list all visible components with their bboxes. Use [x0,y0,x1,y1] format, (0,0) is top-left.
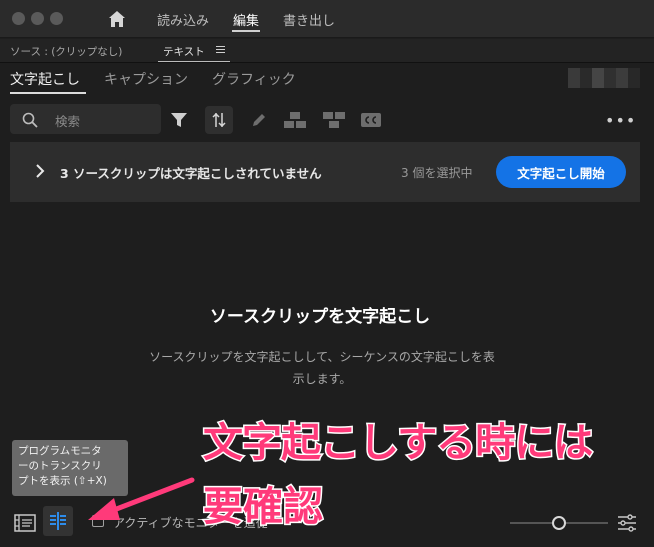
tab-graphics[interactable]: グラフィック [212,69,296,89]
empty-state-title: ソースクリップを文字起こし [209,307,431,327]
panel-tab-indicator [158,61,230,62]
tab-active-indicator [10,92,86,94]
search-icon [22,112,38,128]
filter-icon [171,113,187,127]
empty-state-description: ソースクリップを文字起こしして、シーケンスの文字起こしを表示します。 [149,350,495,386]
source-monitor-transcript-icon[interactable] [14,512,36,534]
menu-active-indicator [232,30,260,32]
menu-edit[interactable]: 編集 [233,10,259,29]
menu-export[interactable]: 書き出し [283,10,335,29]
source-panel-tab[interactable]: ソース : (クリップなし) [10,44,122,59]
blurred-region [568,68,640,88]
tab-captions[interactable]: キャプション [104,69,188,89]
annotation-arrow-icon [88,477,195,520]
start-transcription-button[interactable]: 文字起こし開始 [496,156,626,188]
merge-segment-icon [323,112,345,128]
more-options-icon[interactable]: ••• [605,111,636,130]
title-bar: 読み込み 編集 書き出し [0,0,654,38]
search-placeholder: 検索 [55,114,81,129]
pencil-icon [253,114,265,126]
edit-button[interactable] [245,106,273,134]
closed-caption-icon [361,113,381,127]
zoom-slider-handle[interactable] [552,516,566,530]
tab-transcript[interactable]: 文字起こし [10,69,80,89]
minimize-window-button[interactable] [31,12,44,25]
chevron-right-icon[interactable] [33,163,47,179]
menu-import[interactable]: 読み込み [157,10,209,29]
sync-icon [212,112,226,128]
sliders-settings-icon[interactable] [617,514,637,532]
zoom-window-button[interactable] [50,12,63,25]
merge-segment-button[interactable] [320,106,348,134]
annotation-text-line2: 要確認 [202,483,325,532]
text-panel-tab[interactable]: テキスト [163,44,205,59]
close-window-button[interactable] [12,12,25,25]
tooltip-line: プログラムモニタ [18,445,102,457]
create-captions-button[interactable] [357,106,385,134]
selection-count: 3 個を選択中 [401,166,473,180]
text-panel-tabs: 文字起こし キャプション グラフィック [0,64,654,94]
program-transcript-icon [50,512,66,530]
split-segment-button[interactable] [281,106,309,134]
home-icon[interactable] [107,9,127,29]
search-input[interactable]: 検索 [10,104,161,134]
banner-message: 3 ソースクリップは文字起こしされていません [60,166,322,181]
filter-button[interactable] [165,106,193,134]
sync-button[interactable] [205,106,233,134]
program-monitor-transcript-button[interactable] [43,506,73,536]
panel-header: ソース : (クリップなし) テキスト [0,39,654,63]
transcribe-banner: 3 ソースクリップは文字起こしされていません 3 個を選択中 文字起こし開始 [10,142,640,202]
panel-menu-icon[interactable] [216,46,225,55]
annotation-text-line1: 文字起こしする時には [201,419,594,468]
split-segment-icon [284,112,306,128]
